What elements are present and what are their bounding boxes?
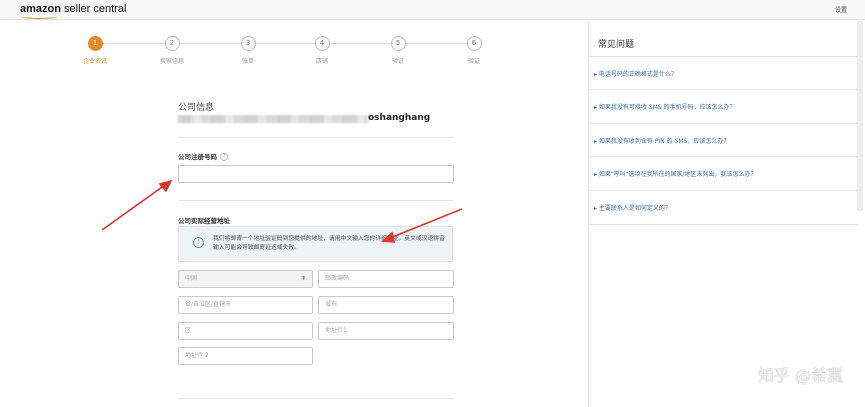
step-number: 3 [240, 36, 256, 51]
step-label: 验证 [467, 58, 480, 65]
faq-divider [589, 123, 857, 124]
faq-divider [589, 156, 857, 157]
faq-item-text[interactable]: 如果我没有收到含有 PIN 的 SMS，应该怎么办？ [599, 138, 729, 145]
address-info-message: 我们将邮寄一个地址验证码到您提供的地址，请用中文输入您的详细地址。英文或汉语拼音… [213, 236, 445, 251]
panel-divider [588, 21, 589, 407]
business-address-heading: 公司实际经营地址 [178, 217, 230, 225]
section-divider [178, 137, 454, 138]
postal-code-input[interactable]: 邮政编码 [318, 270, 454, 288]
faq-item-text[interactable]: 如果我没有可接收 SMS 的手机号码，应该怎么办？ [599, 104, 736, 111]
step-label: 验证 [391, 58, 404, 65]
company-info-heading: 公司信息 [178, 103, 215, 113]
faq-scrollbar[interactable] [857, 21, 863, 211]
faq-item-text[interactable]: 如果"呼叫"选项在我所在的国家/地区未列出，我该怎么办？ [599, 171, 757, 178]
section-divider [178, 200, 454, 201]
country-select[interactable]: 中国 ⬍ [178, 270, 313, 288]
amazon-seller-central-logo[interactable]: amazon seller central [20, 3, 127, 19]
step-number: 4 [314, 36, 330, 51]
step-6: 6 验证 [444, 36, 504, 65]
step-2: 2 卖家信息 [142, 36, 202, 65]
step-number: 6 [466, 36, 482, 51]
faq-item[interactable]: ▸ 电话号码的正确格式是什么？ [592, 69, 857, 78]
step-number: 5 [390, 36, 406, 51]
step-4: 4 店铺 [292, 36, 352, 65]
address-line1-input[interactable]: 地址行1 [318, 322, 454, 340]
faq-item-text[interactable]: 主要联系人是如何定义的？ [599, 205, 671, 212]
logo-suffix: seller central [64, 3, 127, 15]
registration-number-label: 公司注册号码? [178, 151, 228, 161]
registration-number-input[interactable] [178, 165, 454, 183]
faq-item[interactable]: ▸ 如果我没有收到含有 PIN 的 SMS，应该怎么办？ [592, 136, 857, 145]
step-label: 企业资讯 [82, 58, 107, 65]
company-name-suffix: oshanghang [368, 113, 431, 123]
step-3: 3 账单 [218, 36, 278, 65]
step-number: 2 [164, 36, 180, 51]
district-input[interactable]: 区 [178, 322, 313, 340]
faq-divider [589, 224, 857, 225]
step-number: 1 [87, 36, 103, 51]
faq-divider [589, 190, 857, 191]
faq-item[interactable]: ▸ 如果我没有可接收 SMS 的手机号码，应该怎么办？ [592, 102, 857, 111]
faq-divider [589, 89, 857, 90]
faq-item[interactable]: ▸ 主要联系人是如何定义的？ [592, 203, 857, 212]
province-input[interactable]: 省/自治区/直辖市 [178, 296, 313, 314]
faq-title: 常见问题 [598, 40, 635, 50]
redacted-company-name [178, 115, 368, 123]
faq-divider [589, 56, 857, 57]
step-label: 卖家信息 [159, 58, 184, 65]
address-info-box: i 我们将邮寄一个地址验证码到您提供的地址，请用中文输入您的详细地址。英文或汉语… [178, 226, 453, 262]
faq-item-text[interactable]: 电话号码的正确格式是什么？ [599, 71, 677, 78]
faq-item[interactable]: ▸ 如果"呼叫"选项在我所在的国家/地区未列出，我该怎么办？ [592, 169, 857, 178]
city-input[interactable]: 城市 [318, 296, 454, 314]
dropdown-caret-icon: ⬍ [300, 275, 306, 282]
info-icon: i [193, 237, 204, 248]
address-line2-input[interactable]: 地址行 2 [178, 347, 313, 365]
help-icon[interactable]: ? [220, 153, 228, 161]
section-divider [178, 398, 454, 399]
step-1: 1 企业资讯 [65, 36, 125, 65]
registration-number-label-text: 公司注册号码 [178, 153, 217, 161]
zhihu-watermark: 知乎 @希冀 [757, 366, 843, 385]
top-navigation-bar: amazon seller central 设置 [0, 0, 865, 20]
company-name-row: oshanghang [178, 113, 453, 125]
step-5: 5 验证 [368, 36, 428, 65]
settings-link[interactable]: 设置 [835, 5, 847, 14]
amazon-smile-icon [21, 14, 57, 19]
step-label: 账单 [241, 58, 254, 65]
country-value: 中国 [185, 275, 198, 282]
step-label: 店铺 [315, 58, 328, 65]
